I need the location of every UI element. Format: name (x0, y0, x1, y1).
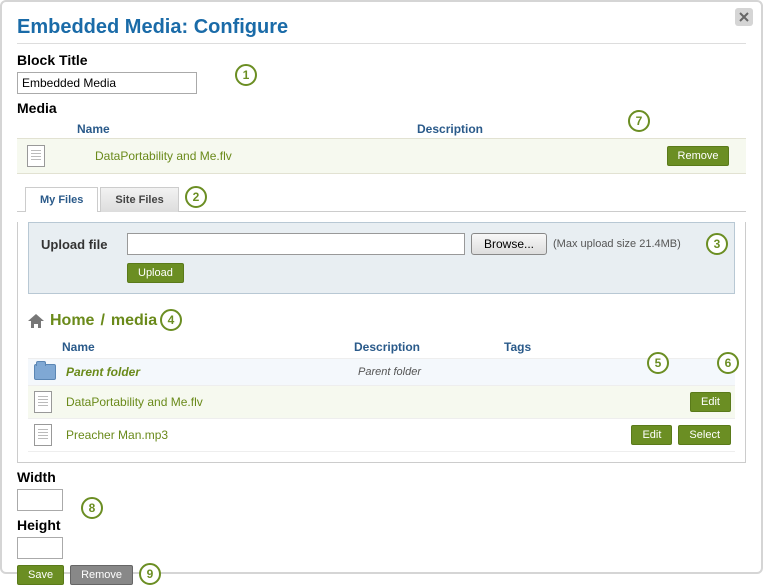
dialog-title: Embedded Media: Configure (17, 12, 746, 44)
files-pane: Upload file Browse... (Max upload size 2… (17, 222, 746, 463)
parent-folder-desc: Parent folder (358, 366, 508, 378)
height-input[interactable] (17, 537, 63, 559)
upload-file-input[interactable] (127, 233, 465, 255)
col-desc: Description (417, 122, 664, 136)
home-icon (28, 314, 44, 328)
upload-hint: (Max upload size 21.4MB) (553, 238, 681, 250)
remove-media-button[interactable]: Remove (667, 146, 730, 166)
file-icon (34, 391, 52, 413)
tab-my-files[interactable]: My Files (25, 187, 98, 212)
callout-6: 6 (717, 352, 739, 374)
callout-2: 2 (185, 186, 207, 208)
width-input[interactable] (17, 489, 63, 511)
col-name: Name (77, 122, 417, 136)
browse-button[interactable]: Browse... (471, 233, 547, 255)
file-tabs: My Files Site Files (17, 186, 746, 212)
upload-label: Upload file (41, 237, 121, 252)
file-row: DataPortability and Me.flv Edit (28, 386, 735, 419)
file-name[interactable]: DataPortability and Me.flv (66, 395, 358, 409)
parent-folder-name: Parent folder (66, 365, 358, 379)
file-row: Preacher Man.mp3 Edit Select (28, 419, 735, 452)
callout-1: 1 (235, 64, 257, 86)
file-col-name: Name (62, 340, 354, 354)
block-title-label: Block Title (17, 52, 746, 68)
callout-9: 9 (139, 563, 161, 585)
file-icon (34, 424, 52, 446)
upload-box: Upload file Browse... (Max upload size 2… (28, 222, 735, 294)
file-icon (27, 145, 45, 167)
select-button[interactable]: Select (678, 425, 731, 445)
folder-icon (34, 364, 56, 380)
breadcrumb-sep: / (100, 312, 104, 330)
callout-7: 7 (628, 110, 650, 132)
breadcrumb-home[interactable]: Home (50, 312, 94, 330)
media-item-name[interactable]: DataPortability and Me.flv (77, 149, 469, 163)
config-dialog: Embedded Media: Configure Block Title 1 … (0, 0, 763, 574)
width-label: Width (17, 469, 746, 485)
breadcrumb-current[interactable]: media (111, 312, 157, 330)
file-col-desc: Description (354, 340, 504, 354)
file-row-parent[interactable]: Parent folder Parent folder (28, 359, 735, 386)
block-title-input[interactable] (17, 72, 197, 94)
callout-4: 4 (160, 309, 182, 331)
remove-button[interactable]: Remove (70, 565, 133, 585)
callout-3: 3 (706, 233, 728, 255)
file-col-tags: Tags (504, 340, 731, 354)
callout-5: 5 (647, 352, 669, 374)
height-label: Height (17, 517, 746, 533)
upload-button[interactable]: Upload (127, 263, 184, 283)
edit-button[interactable]: Edit (690, 392, 731, 412)
close-button[interactable] (735, 8, 753, 26)
media-row: DataPortability and Me.flv Remove (17, 138, 746, 174)
tab-site-files[interactable]: Site Files (100, 187, 178, 212)
callout-8: 8 (81, 497, 103, 519)
save-button[interactable]: Save (17, 565, 64, 585)
file-name[interactable]: Preacher Man.mp3 (66, 428, 358, 442)
breadcrumb: Home / media 4 (18, 304, 745, 338)
file-table: Name Description Tags 5 6 Parent folder … (28, 338, 735, 452)
edit-button[interactable]: Edit (631, 425, 672, 445)
